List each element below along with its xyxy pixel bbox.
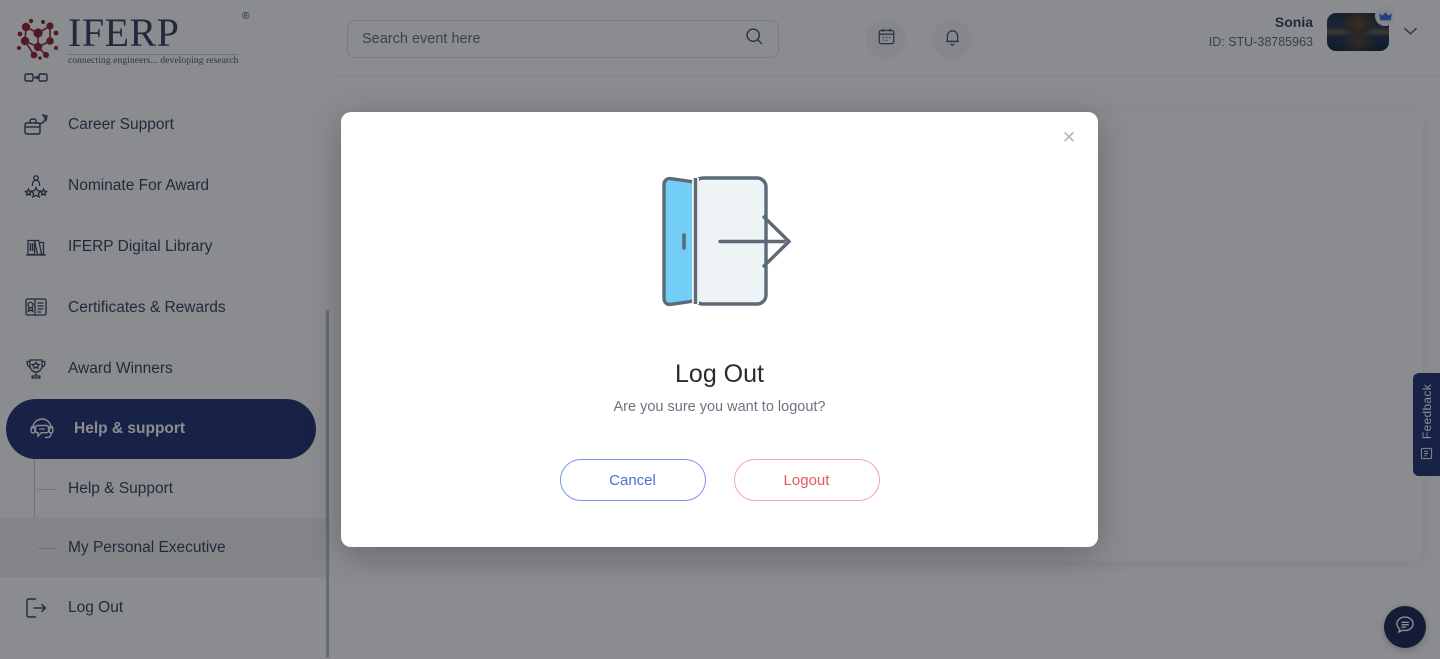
open-door-exit-icon <box>341 164 1098 332</box>
logout-button[interactable]: Logout <box>733 459 880 501</box>
app-root: IFERP ® connecting engineers... developi… <box>0 0 1440 659</box>
close-icon[interactable]: ✕ <box>1056 124 1082 150</box>
modal-message: Are you sure you want to logout? <box>613 399 826 415</box>
modal-actions: Cancel Logout <box>341 459 1098 501</box>
modal-title: Log Out <box>675 360 764 388</box>
logout-modal: ✕ Log Out Are you sure you want to logou… <box>341 112 1098 547</box>
cancel-button[interactable]: Cancel <box>559 459 706 501</box>
